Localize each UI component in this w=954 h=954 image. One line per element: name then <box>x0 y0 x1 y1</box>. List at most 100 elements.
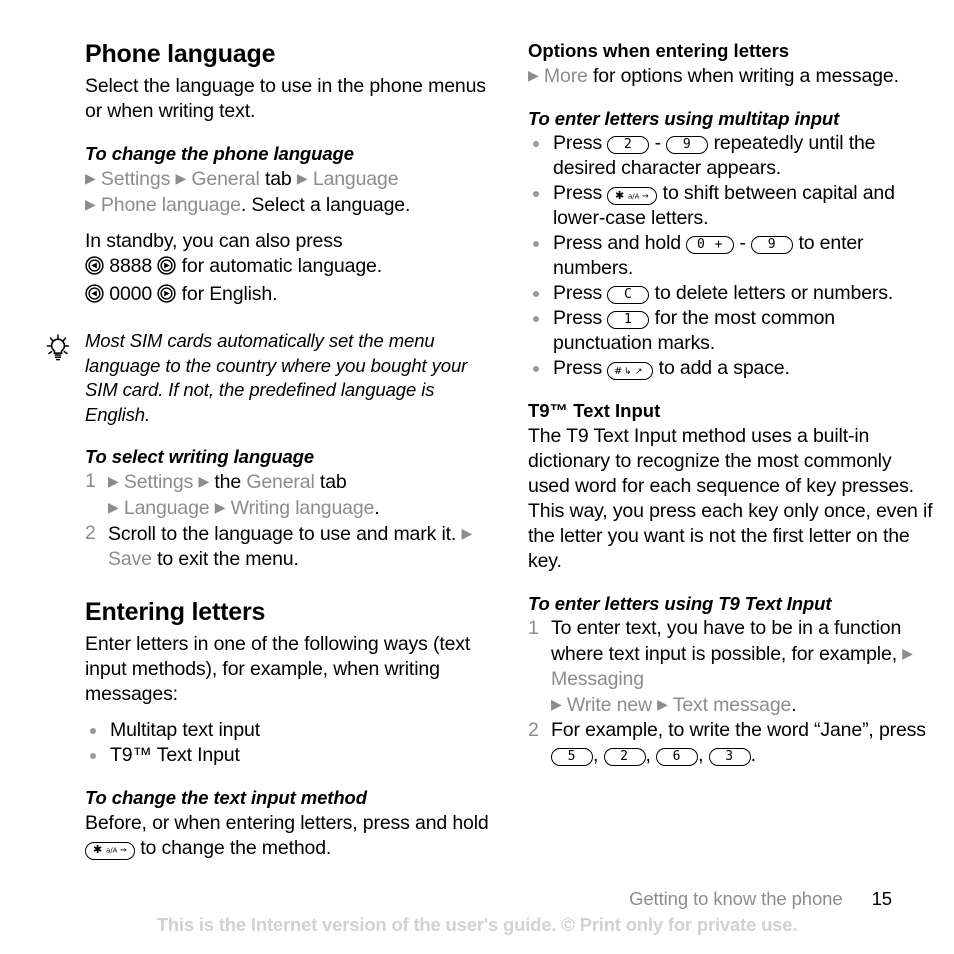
tip-block: Most SIM cards automatically set the men… <box>46 329 491 427</box>
instruction-tail: to add a space. <box>658 357 790 380</box>
triangle-icon: ▶ <box>528 67 539 84</box>
page-title: Phone language <box>85 40 276 68</box>
standby-line-1: In standby, you can also press <box>85 230 343 253</box>
label-tab: tab <box>319 471 347 494</box>
instruction-lead: Before, or when entering letters, press … <box>85 811 489 834</box>
triangle-icon: ▶ <box>214 499 226 516</box>
key-9-icon: 9 <box>751 236 794 255</box>
label-the: the <box>214 471 242 494</box>
triangle-icon: ▶ <box>108 499 119 516</box>
menu-language: Language <box>312 168 399 191</box>
star-key-icon: ✱ a/A ⇝ <box>607 187 658 206</box>
svg-text:a/A: a/A <box>106 847 118 855</box>
change-input-method-text: Before, or when entering letters, press … <box>85 811 491 861</box>
footer-section-label: Getting to know the phone <box>629 888 843 909</box>
list-item: 2 Scroll to the language to use and mark… <box>85 521 491 572</box>
key-2-icon: 2 <box>603 747 646 766</box>
bullet-icon <box>533 291 539 298</box>
svg-text:a/A: a/A <box>628 192 640 200</box>
list-item: Press C to delete letters or numbers. <box>528 281 934 306</box>
range-dash: - <box>739 232 747 255</box>
key-2-icon: 2 <box>607 136 650 155</box>
menu-text-message: Text message <box>672 693 792 716</box>
text-input-methods-list: Multitap text input T9™ Text Input <box>85 718 491 768</box>
nav-right-key-icon <box>157 256 176 282</box>
lightbulb-icon <box>43 333 73 368</box>
key-3-icon: 3 <box>708 747 751 766</box>
nav-left-key-icon <box>85 256 104 282</box>
procedure-title-t9-enter: To enter letters using T9 Text Input <box>528 592 832 614</box>
bullet-icon <box>533 316 539 323</box>
step-text: Scroll to the language to use and mark i… <box>108 523 457 546</box>
triangle-icon: ▶ <box>461 525 473 542</box>
svg-text:✱: ✱ <box>93 844 102 855</box>
tip-text: Most SIM cards automatically set the men… <box>85 330 468 425</box>
triangle-icon: ▶ <box>108 473 119 490</box>
standby-row-auto: 8888 for automatic language. <box>85 254 491 282</box>
triangle-icon: ▶ <box>657 695 668 712</box>
step-text: To enter text, you have to be in a funct… <box>551 616 902 665</box>
menu-settings: Settings <box>100 168 171 191</box>
instruction-tail: to change the method. <box>140 836 332 859</box>
list-item: 2 For example, to write the word “Jane”,… <box>528 718 926 766</box>
options-tail: for options when writing a message. <box>593 65 899 88</box>
instruction-lead: Press <box>553 132 603 155</box>
right-column: Options when entering letters ▶ More for… <box>528 40 934 768</box>
standby-code-auto: 8888 <box>109 255 153 278</box>
svg-text:⇝: ⇝ <box>642 191 649 200</box>
list-item: 1 To enter text, you have to be in a fun… <box>528 616 934 718</box>
standby-auto-tail: for automatic language. <box>181 255 383 278</box>
watermark-notice: This is the Internet version of the user… <box>156 914 798 935</box>
procedure-title-change-language: To change the phone language <box>85 143 354 164</box>
list-item: Press ✱ a/A ⇝ to shift between capital and… <box>528 181 934 231</box>
step-text: For example, to write the word “Jane”, p… <box>551 718 926 741</box>
triangle-icon: ▶ <box>551 695 562 712</box>
instruction-lead: Press <box>553 182 603 205</box>
list-item: Multitap text input <box>85 718 491 743</box>
path-tail: . Select a language. <box>240 194 411 217</box>
svg-text:⇝: ⇝ <box>120 846 127 855</box>
list-item: T9™ Text Input <box>85 743 491 768</box>
svg-text:✱: ✱ <box>615 190 624 201</box>
subsection-title-t9: T9™ Text Input <box>528 400 661 422</box>
manual-page: Phone language Select the language to us… <box>0 0 954 954</box>
menu-writing-language: Writing language <box>230 497 375 520</box>
intro-paragraph: Select the language to use in the phone … <box>85 75 486 122</box>
key-5-icon: 5 <box>551 747 593 766</box>
procedure-title-multitap: To enter letters using multitap input <box>528 108 840 130</box>
bullet-icon <box>533 241 539 248</box>
range-dash: - <box>654 132 662 155</box>
menu-write-new: Write new <box>566 693 652 716</box>
subsection-title-options: Options when entering letters <box>528 40 790 61</box>
entering-letters-intro: Enter letters in one of the following wa… <box>85 633 471 706</box>
svg-text:#: # <box>614 366 622 376</box>
menu-general: General <box>191 168 260 191</box>
instruction-lead: Press <box>553 307 603 330</box>
nav-left-key-icon <box>85 284 104 310</box>
bullet-icon <box>90 728 96 735</box>
key-0-plus-icon: 0 + <box>686 236 735 255</box>
standby-english-tail: for English. <box>181 283 278 306</box>
instruction-lead: Press and hold <box>553 232 681 255</box>
left-column: Phone language Select the language to us… <box>46 40 491 861</box>
menu-settings: Settings <box>123 471 194 494</box>
options-path: ▶ More for options when writing a messag… <box>528 63 934 89</box>
hash-key-icon: # ↳ ↗ <box>607 362 654 381</box>
step-number: 1 <box>528 616 539 639</box>
triangle-icon: ▶ <box>85 170 96 187</box>
menu-more: More <box>543 65 588 88</box>
writing-language-steps: 1 ▶ Settings ▶ the General tab ▶ Languag… <box>85 469 491 572</box>
menu-language: Language <box>123 497 210 520</box>
period: . <box>750 743 756 766</box>
menu-save: Save <box>108 548 152 571</box>
procedure-title-change-input-method: To change the text input method <box>85 787 367 809</box>
menu-messaging: Messaging <box>551 667 644 690</box>
step-number: 2 <box>528 718 539 741</box>
standby-code-english: 0000 <box>109 283 153 306</box>
key-1-icon: 1 <box>607 311 650 330</box>
instruction-tail: repeatedly until the desired character a… <box>553 132 876 180</box>
star-key-icon: ✱ a/A ⇝ <box>85 841 135 860</box>
list-item: Press 2 - 9 repeatedly until the desired… <box>528 131 934 181</box>
svg-text:↗: ↗ <box>635 367 643 376</box>
step-text-tail: to exit the menu. <box>157 548 299 571</box>
